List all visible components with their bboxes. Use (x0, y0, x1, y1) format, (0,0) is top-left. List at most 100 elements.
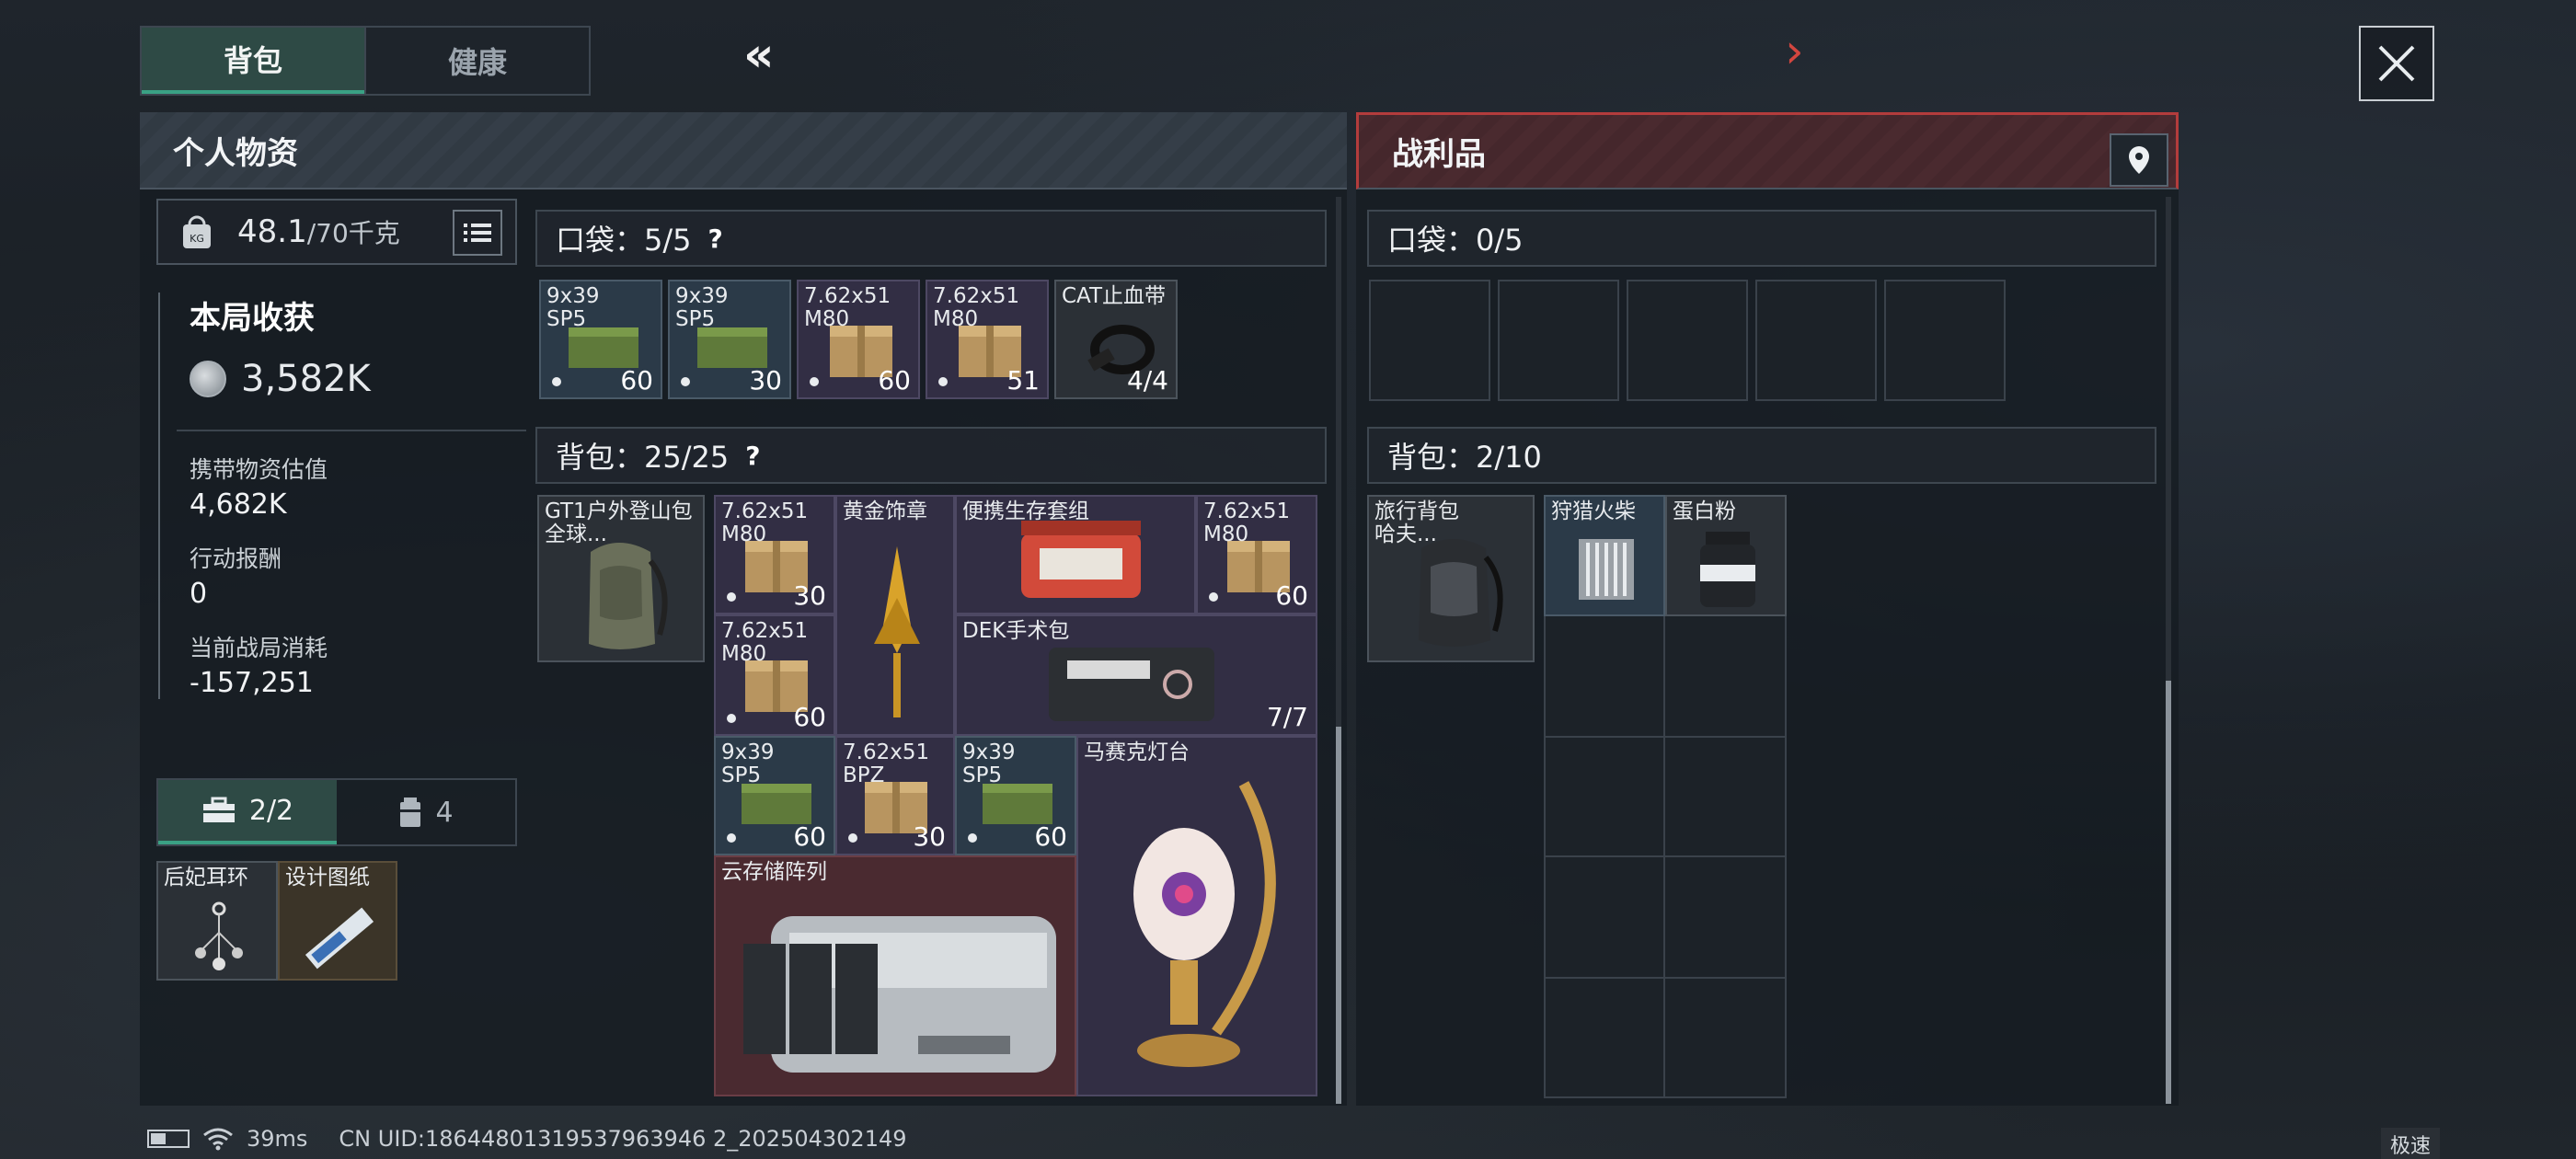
location-button[interactable] (2110, 133, 2168, 187)
bag-item-ammo-3[interactable]: 7.62x51 M80 60 (714, 614, 835, 736)
item-count: 30 (913, 821, 946, 852)
equipped-backpack[interactable]: GT1户外登山包 全球... (537, 495, 705, 662)
storage-array-icon (743, 916, 1056, 1073)
tab-backpack[interactable]: 背包 (142, 28, 364, 94)
item-dot (968, 833, 977, 843)
item-dot (727, 592, 736, 602)
item-label: 马赛克灯台 (1084, 740, 1190, 764)
item-label: 7.62x51 M80 (1203, 499, 1291, 546)
pocket-item-4[interactable]: 7.62x51 M80 51 (926, 280, 1049, 399)
close-button[interactable] (2359, 26, 2434, 101)
item-label: 7.62x51 M80 (933, 284, 1020, 331)
loot-pocket-bar: 口袋：0/5 (1367, 210, 2156, 267)
item-label: 7.62x51 BPZ (843, 740, 930, 787)
weight-box: KG 48.1 /70千克 (156, 199, 517, 265)
list-icon (464, 224, 491, 242)
container-tabs: 2/2 4 (156, 778, 517, 846)
wifi-icon (203, 1128, 233, 1151)
pocket-item-5[interactable]: CAT止血带 4/4 (1054, 280, 1178, 399)
bag-item-cloud-storage[interactable]: 云存储阵列 (714, 855, 1076, 1096)
round-gain-value: 3,582K (241, 358, 371, 400)
item-count: 30 (793, 580, 826, 611)
loot-pocket-slot[interactable] (1369, 280, 1490, 401)
prev-page-icon[interactable]: « (743, 28, 775, 83)
item-label: 旅行背包 哈夫... (1374, 499, 1459, 546)
next-page-icon[interactable]: › (1785, 24, 1804, 79)
location-pin-icon (2129, 146, 2149, 174)
item-count: 30 (749, 365, 782, 396)
safe-box-count: 2/2 (248, 794, 294, 827)
item-label: 设计图纸 (285, 866, 370, 889)
survival-kit-icon (1021, 521, 1141, 598)
bag-item-ammo-4[interactable]: 9x39 SP5 60 (714, 736, 835, 855)
backpack-icon (589, 543, 668, 649)
item-label: 9x39 SP5 (962, 740, 1016, 787)
loot-panel-header: 战利品 (1356, 112, 2179, 189)
loot-pocket-slot[interactable] (1498, 280, 1619, 401)
surgery-kit-icon (1049, 648, 1214, 721)
pocket-label: 口袋：5/5 (556, 223, 692, 258)
grid-line (1544, 736, 1787, 738)
toolbox-icon (202, 797, 235, 822)
coin-icon (190, 361, 226, 397)
item-count: 60 (620, 365, 653, 396)
item-count: 4/4 (1126, 365, 1168, 396)
item-label: 狩猎火柴 (1551, 499, 1636, 523)
loot-pocket-slot[interactable] (1627, 280, 1748, 401)
lamp-icon (1133, 781, 1276, 1067)
bag-item-ammo-6[interactable]: 9x39 SP5 60 (955, 736, 1076, 855)
item-dot (727, 833, 736, 843)
svg-text:KG: KG (190, 233, 204, 245)
item-dot (681, 377, 690, 386)
item-label: 9x39 SP5 (675, 284, 729, 331)
backpack-icon (1419, 539, 1503, 647)
bag-item-surgery-kit[interactable]: DEK手术包 7/7 (955, 614, 1317, 736)
gold-badge-icon (874, 546, 920, 717)
stats-block: 本局收获 3,582K 携带物资估值 4,682K 行动报酬 0 当前战局消耗 … (158, 293, 526, 699)
tab-health[interactable]: 健康 (364, 28, 589, 94)
container-count: 4 (435, 796, 454, 829)
loot-pocket-slot[interactable] (1884, 280, 2006, 401)
cost-label: 当前战局消耗 (190, 635, 328, 661)
tab-safe-box[interactable]: 2/2 (158, 780, 337, 844)
bag-item-mosaic-lamp[interactable]: 马赛克灯台 (1076, 736, 1317, 1096)
loot-item-protein[interactable]: 蛋白粉 (1665, 495, 1787, 616)
bag-item-ammo-1[interactable]: 7.62x51 M80 30 (714, 495, 835, 614)
item-dot (810, 377, 819, 386)
carry-value: 4,682K (190, 488, 287, 521)
bag-item-survival-kit[interactable]: 便携生存套组 (955, 495, 1196, 614)
uid-text: CN UID:18644801319537963946 2_2025043021… (339, 1126, 907, 1152)
item-label: 蛋白粉 (1673, 499, 1736, 523)
help-icon[interactable]: ? (745, 441, 760, 471)
carry-value-label: 携带物资估值 (190, 456, 328, 483)
help-icon[interactable]: ? (708, 224, 723, 254)
left-scrollbar-thumb[interactable] (1336, 727, 1341, 1104)
tab-container[interactable]: 4 (337, 780, 515, 844)
item-label: DEK手术包 (962, 619, 1070, 643)
item-dot (552, 377, 561, 386)
item-label: 7.62x51 M80 (804, 284, 891, 331)
loot-equipped-backpack[interactable]: 旅行背包 哈夫... (1367, 495, 1535, 662)
bag-label: 背包：25/25 (556, 440, 730, 475)
loot-item-matches[interactable]: 狩猎火柴 (1544, 495, 1665, 616)
protein-jar-icon (1700, 532, 1755, 607)
personal-panel-title: 个人物资 (140, 112, 1347, 189)
loot-panel-title: 战利品 (1392, 136, 1486, 173)
bag-item-ammo-2[interactable]: 7.62x51 M80 60 (1196, 495, 1317, 614)
item-earring[interactable]: 后妃耳环 (156, 861, 278, 981)
canister-icon (400, 798, 421, 827)
right-scrollbar-thumb[interactable] (2166, 681, 2171, 1104)
item-label: 云存储阵列 (721, 860, 827, 884)
item-count: 60 (878, 365, 911, 396)
item-dot (848, 833, 857, 843)
bag-item-ammo-5[interactable]: 7.62x51 BPZ 30 (835, 736, 955, 855)
list-button[interactable] (453, 210, 502, 256)
loot-pocket-slot[interactable] (1755, 280, 1877, 401)
pocket-item-3[interactable]: 7.62x51 M80 60 (797, 280, 920, 399)
item-blueprint[interactable]: 设计图纸 (278, 861, 397, 981)
item-count: 60 (793, 702, 826, 732)
status-bar: 39ms CN UID:18644801319537963946 2_20250… (147, 1126, 907, 1152)
bag-item-gold-badge[interactable]: 黄金饰章 (835, 495, 955, 736)
pocket-item-2[interactable]: 9x39 SP5 30 (668, 280, 791, 399)
pocket-item-1[interactable]: 9x39 SP5 60 (539, 280, 662, 399)
